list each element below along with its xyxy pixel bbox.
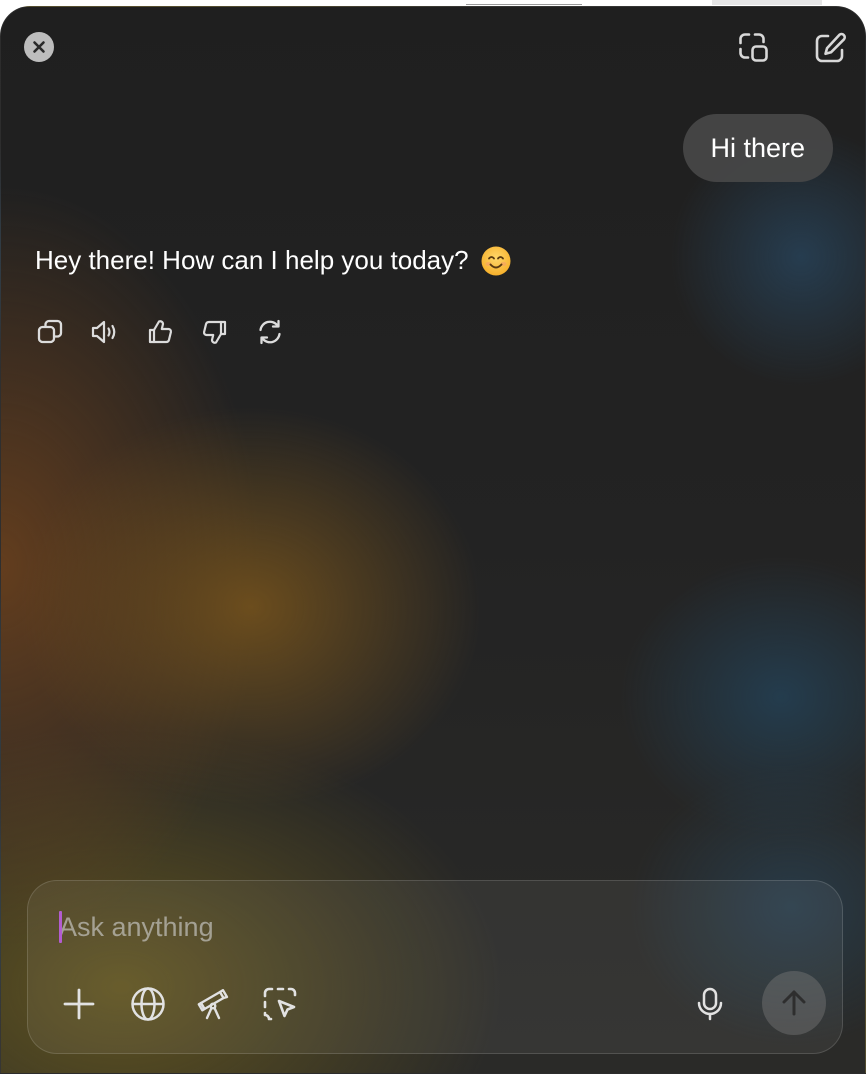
close-button[interactable]	[24, 32, 54, 62]
chat-window: Hi there Hey there! How can I help you t…	[0, 6, 866, 1074]
add-attachment-button[interactable]	[59, 984, 99, 1024]
copy-button[interactable]	[35, 317, 65, 347]
regenerate-button[interactable]	[255, 317, 285, 347]
copy-icon	[37, 319, 63, 344]
top-strip-mark	[466, 4, 582, 5]
globe-icon	[131, 987, 165, 1021]
text-caret	[59, 911, 62, 943]
telescope-icon	[197, 989, 229, 1020]
message-actions	[35, 317, 310, 347]
read-aloud-button[interactable]	[90, 317, 120, 347]
assistant-message-text: Hey there! How can I help you today?	[35, 245, 469, 275]
user-message-bubble: Hi there	[683, 114, 833, 182]
thumbs-down-icon	[202, 320, 227, 344]
arrow-up-icon	[782, 990, 806, 1016]
new-window-icon	[739, 33, 768, 62]
thumbs-up-icon	[148, 320, 173, 344]
close-icon	[33, 41, 45, 53]
assistant-message: Hey there! How can I help you today?	[35, 245, 511, 276]
plus-icon	[63, 988, 95, 1020]
smiling-face-emoji-icon	[481, 246, 511, 275]
user-message-text: Hi there	[710, 132, 805, 163]
compose-button[interactable]	[813, 31, 847, 65]
deep-research-button[interactable]	[194, 984, 234, 1024]
microphone-icon	[697, 987, 723, 1021]
send-button[interactable]	[762, 971, 826, 1035]
top-strip-mark	[712, 0, 822, 5]
voice-input-button[interactable]	[690, 984, 730, 1024]
web-search-button[interactable]	[128, 984, 168, 1024]
screen-select-button[interactable]	[260, 984, 300, 1024]
refresh-icon	[259, 319, 281, 345]
new-window-button[interactable]	[737, 31, 771, 65]
message-composer	[27, 880, 843, 1054]
screen-select-icon	[263, 987, 297, 1021]
speaker-icon	[91, 320, 116, 344]
compose-icon	[815, 32, 846, 63]
ask-input[interactable]	[59, 907, 699, 947]
good-response-button[interactable]	[145, 317, 175, 347]
bad-response-button[interactable]	[200, 317, 230, 347]
